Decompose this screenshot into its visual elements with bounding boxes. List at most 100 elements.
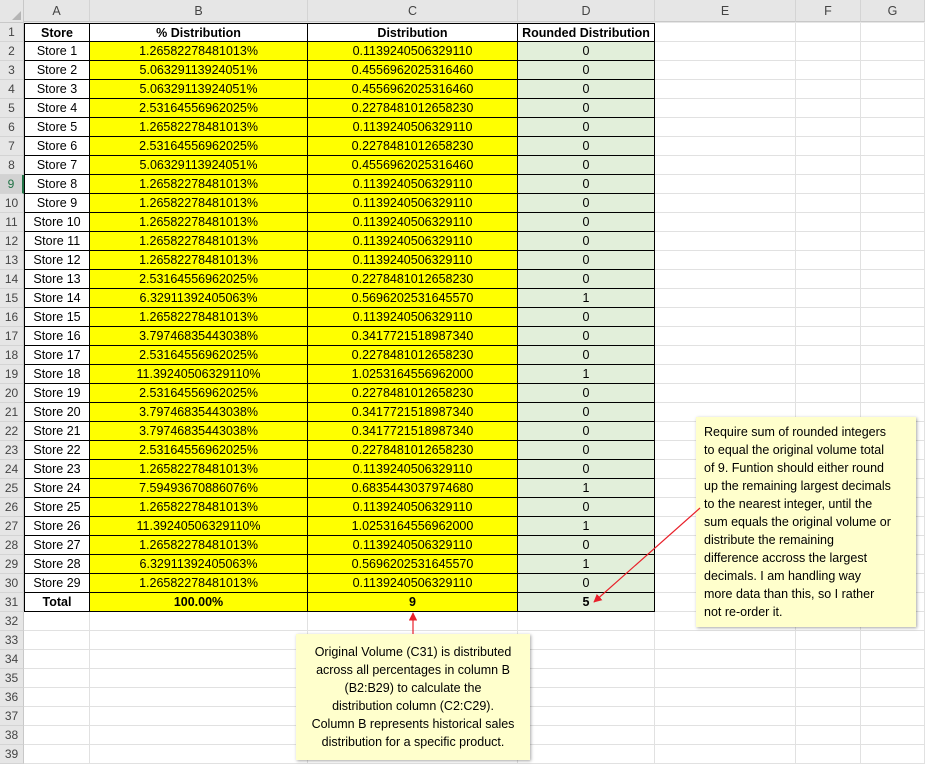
row-header[interactable]: 27 (0, 517, 24, 536)
empty-cell[interactable] (861, 194, 925, 213)
row-header[interactable]: 28 (0, 536, 24, 555)
empty-cell[interactable] (861, 137, 925, 156)
empty-cell[interactable] (655, 688, 796, 707)
empty-cell[interactable] (861, 251, 925, 270)
empty-cell[interactable] (861, 270, 925, 289)
row-header[interactable]: 29 (0, 555, 24, 574)
empty-cell[interactable] (796, 23, 861, 42)
comment-note-requirement[interactable]: Require sum of rounded integers to equal… (696, 417, 916, 627)
empty-cell[interactable] (861, 156, 925, 175)
column-header-f[interactable]: F (796, 0, 861, 22)
empty-cell[interactable] (861, 745, 925, 764)
empty-cell[interactable] (90, 707, 308, 726)
empty-cell[interactable] (796, 232, 861, 251)
empty-cell[interactable] (861, 118, 925, 137)
row-header[interactable]: 19 (0, 365, 24, 384)
rounded-cell[interactable]: 1 (518, 479, 655, 498)
distribution-cell[interactable]: 0.2278481012658230 (308, 99, 518, 118)
empty-cell[interactable] (655, 669, 796, 688)
store-cell[interactable]: Store 29 (24, 574, 90, 593)
distribution-cell[interactable]: 0.2278481012658230 (308, 384, 518, 403)
row-header[interactable]: 20 (0, 384, 24, 403)
distribution-cell[interactable]: 0.1139240506329110 (308, 232, 518, 251)
empty-cell[interactable] (24, 707, 90, 726)
empty-cell[interactable] (655, 99, 796, 118)
rounded-cell[interactable]: 0 (518, 118, 655, 137)
empty-cell[interactable] (796, 99, 861, 118)
distribution-cell[interactable]: 0.1139240506329110 (308, 42, 518, 61)
pct-cell[interactable]: 1.26582278481013% (90, 498, 308, 517)
pct-cell[interactable]: 2.53164556962025% (90, 384, 308, 403)
empty-cell[interactable] (655, 745, 796, 764)
store-cell[interactable]: Store 15 (24, 308, 90, 327)
empty-cell[interactable] (518, 612, 655, 631)
store-cell[interactable]: Store 7 (24, 156, 90, 175)
row-header[interactable]: 23 (0, 441, 24, 460)
distribution-cell[interactable]: 1.0253164556962000 (308, 517, 518, 536)
store-cell[interactable]: Store 6 (24, 137, 90, 156)
empty-cell[interactable] (796, 707, 861, 726)
empty-cell[interactable] (655, 118, 796, 137)
pct-cell[interactable]: 1.26582278481013% (90, 536, 308, 555)
store-cell[interactable]: Store 14 (24, 289, 90, 308)
row-header[interactable]: 1 (0, 23, 24, 42)
store-cell[interactable]: Store 22 (24, 441, 90, 460)
distribution-cell[interactable]: 0.1139240506329110 (308, 308, 518, 327)
store-cell[interactable]: Store 27 (24, 536, 90, 555)
row-header[interactable]: 12 (0, 232, 24, 251)
column-header-d[interactable]: D (518, 0, 655, 22)
empty-cell[interactable] (655, 175, 796, 194)
rounded-cell[interactable]: 0 (518, 175, 655, 194)
empty-cell[interactable] (655, 213, 796, 232)
store-cell[interactable]: Store 20 (24, 403, 90, 422)
rounded-cell[interactable]: 0 (518, 498, 655, 517)
store-cell[interactable]: Store 10 (24, 213, 90, 232)
pct-cell[interactable]: 1.26582278481013% (90, 574, 308, 593)
pct-cell[interactable]: 1.26582278481013% (90, 194, 308, 213)
empty-cell[interactable] (861, 61, 925, 80)
empty-cell[interactable] (861, 308, 925, 327)
store-cell[interactable]: Store 28 (24, 555, 90, 574)
rounded-cell[interactable]: 0 (518, 137, 655, 156)
row-header[interactable]: 18 (0, 346, 24, 365)
pct-cell[interactable]: 2.53164556962025% (90, 99, 308, 118)
store-cell[interactable]: Store 2 (24, 61, 90, 80)
empty-cell[interactable] (518, 669, 655, 688)
empty-cell[interactable] (655, 194, 796, 213)
total-label-cell[interactable]: Total (24, 593, 90, 612)
distribution-cell[interactable]: 0.1139240506329110 (308, 194, 518, 213)
store-cell[interactable]: Store 11 (24, 232, 90, 251)
empty-cell[interactable] (796, 346, 861, 365)
rounded-cell[interactable]: 0 (518, 308, 655, 327)
header-cell-rounded[interactable]: Rounded Distribution (518, 23, 655, 42)
store-cell[interactable]: Store 23 (24, 460, 90, 479)
row-header[interactable]: 37 (0, 707, 24, 726)
distribution-cell[interactable]: 0.2278481012658230 (308, 441, 518, 460)
store-cell[interactable]: Store 5 (24, 118, 90, 137)
row-header[interactable]: 25 (0, 479, 24, 498)
empty-cell[interactable] (655, 650, 796, 669)
row-header[interactable]: 11 (0, 213, 24, 232)
empty-cell[interactable] (861, 23, 925, 42)
distribution-cell[interactable]: 0.2278481012658230 (308, 346, 518, 365)
empty-cell[interactable] (655, 270, 796, 289)
empty-cell[interactable] (655, 346, 796, 365)
pct-cell[interactable]: 6.32911392405063% (90, 289, 308, 308)
empty-cell[interactable] (796, 213, 861, 232)
pct-cell[interactable]: 6.32911392405063% (90, 555, 308, 574)
empty-cell[interactable] (796, 270, 861, 289)
store-cell[interactable]: Store 1 (24, 42, 90, 61)
pct-cell[interactable]: 1.26582278481013% (90, 460, 308, 479)
row-header[interactable]: 3 (0, 61, 24, 80)
column-header-b[interactable]: B (90, 0, 308, 22)
distribution-cell[interactable]: 0.5696202531645570 (308, 289, 518, 308)
store-cell[interactable]: Store 3 (24, 80, 90, 99)
empty-cell[interactable] (655, 308, 796, 327)
row-header[interactable]: 17 (0, 327, 24, 346)
row-header[interactable]: 21 (0, 403, 24, 422)
rounded-cell[interactable]: 0 (518, 441, 655, 460)
row-header[interactable]: 30 (0, 574, 24, 593)
empty-cell[interactable] (655, 80, 796, 99)
row-header[interactable]: 7 (0, 137, 24, 156)
column-header-a[interactable]: A (24, 0, 90, 22)
